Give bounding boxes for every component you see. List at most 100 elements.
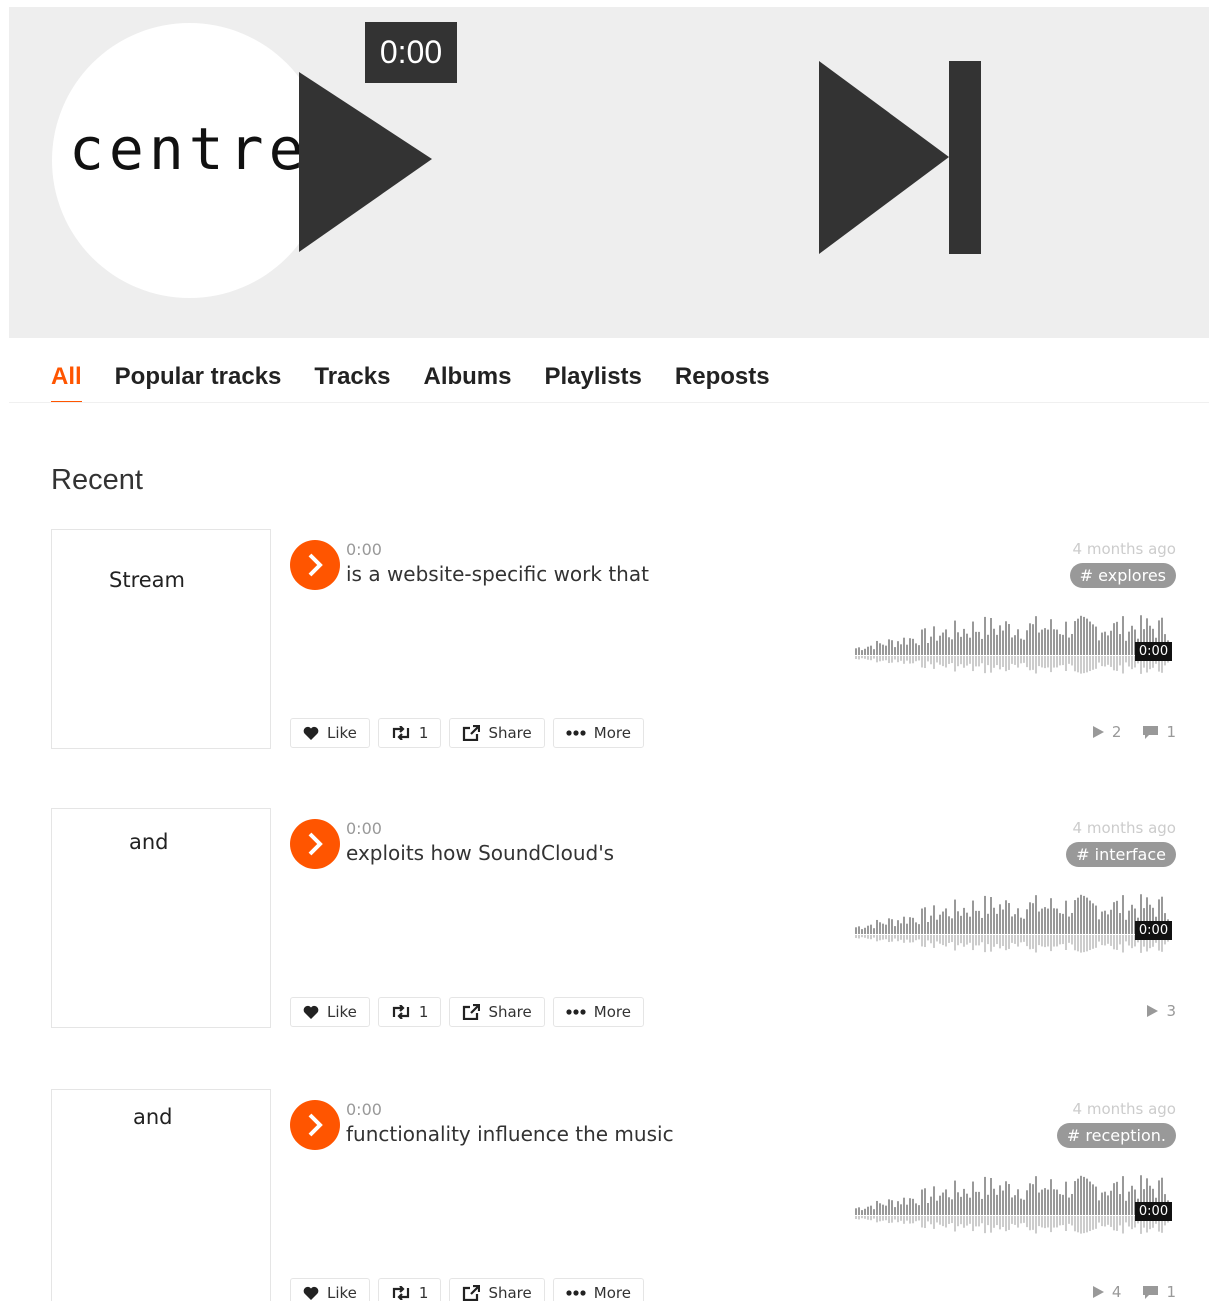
repost-icon — [392, 726, 410, 740]
track-time: 0:00 — [346, 819, 382, 838]
more-label: More — [593, 724, 631, 742]
repost-count: 1 — [418, 724, 429, 742]
play-count-value: 4 — [1111, 1283, 1122, 1301]
play-icon — [308, 553, 323, 577]
comment-count-value: 1 — [1166, 1283, 1176, 1301]
more-button[interactable]: More — [552, 1278, 644, 1301]
waveform[interactable] — [855, 1163, 1173, 1247]
track-stats: 2 1 — [1079, 723, 1176, 741]
share-button[interactable]: Share — [449, 997, 545, 1027]
track-item: and 0:00 functionality influence the mus… — [51, 1089, 1176, 1301]
like-button[interactable]: Like — [290, 718, 370, 748]
track-time: 0:00 — [346, 540, 382, 559]
upload-date: 4 months ago — [1072, 540, 1176, 558]
profile-tabs: All Popular tracks Tracks Albums Playlis… — [51, 363, 803, 403]
share-button[interactable]: Share — [449, 1278, 545, 1301]
upload-date: 4 months ago — [1072, 819, 1176, 837]
more-button[interactable]: More — [552, 718, 644, 748]
track-stats: 4 1 — [1079, 1283, 1176, 1301]
track-item: Stream 0:00 is a website-specific work t… — [51, 529, 1176, 749]
more-label: More — [593, 1284, 631, 1301]
heart-icon — [303, 1005, 319, 1019]
play-count[interactable]: 3 — [1147, 1002, 1176, 1020]
hero-player: centre 0:00 — [9, 7, 1209, 338]
track-tag[interactable]: # reception. — [1056, 1123, 1176, 1148]
repost-button[interactable]: 1 — [377, 1278, 442, 1301]
more-label: More — [593, 1003, 631, 1021]
player-time: 0:00 — [365, 22, 457, 83]
like-button[interactable]: Like — [290, 997, 370, 1027]
heart-icon — [303, 1286, 319, 1300]
play-button[interactable] — [290, 540, 340, 590]
track-tag[interactable]: # interface — [1066, 842, 1176, 867]
play-icon — [308, 1113, 323, 1137]
track-title[interactable]: exploits how SoundCloud's — [346, 841, 614, 865]
heart-icon — [303, 726, 319, 740]
tab-playlists[interactable]: Playlists — [545, 363, 642, 403]
more-button[interactable]: More — [552, 997, 644, 1027]
tab-tracks[interactable]: Tracks — [314, 363, 390, 403]
waveform-time: 0:00 — [1135, 921, 1172, 940]
play-count-icon — [1147, 1005, 1159, 1017]
repost-count: 1 — [418, 1284, 429, 1301]
play-count-value: 2 — [1111, 723, 1122, 741]
share-icon — [463, 1004, 481, 1020]
comment-count[interactable]: 1 — [1143, 723, 1176, 741]
repost-icon — [392, 1286, 410, 1300]
share-icon — [463, 725, 481, 741]
share-icon — [463, 1285, 481, 1301]
share-label: Share — [488, 724, 532, 742]
share-label: Share — [488, 1003, 532, 1021]
play-count-icon — [1092, 726, 1104, 738]
track-tag[interactable]: # explores — [1069, 563, 1176, 588]
repost-count: 1 — [418, 1003, 429, 1021]
track-actions: Like 1 Share More — [290, 997, 652, 1027]
play-icon[interactable] — [239, 62, 439, 262]
tab-popular-tracks[interactable]: Popular tracks — [115, 363, 282, 403]
waveform[interactable] — [855, 603, 1173, 687]
like-label: Like — [327, 1284, 357, 1301]
tab-albums[interactable]: Albums — [423, 363, 511, 403]
waveform-time: 0:00 — [1135, 642, 1172, 661]
comment-count[interactable]: 1 — [1143, 1283, 1176, 1301]
waveform-time: 0:00 — [1135, 1202, 1172, 1221]
track-artwork[interactable]: Stream — [51, 529, 271, 749]
upload-date: 4 months ago — [1072, 1100, 1176, 1118]
like-label: Like — [327, 1003, 357, 1021]
play-button[interactable] — [290, 1100, 340, 1150]
tabs-divider — [9, 402, 1209, 403]
play-count[interactable]: 2 — [1092, 723, 1122, 741]
track-actions: Like 1 Share More — [290, 1278, 652, 1301]
track-time: 0:00 — [346, 1100, 382, 1119]
comment-icon — [1143, 1285, 1159, 1299]
repost-button[interactable]: 1 — [377, 718, 442, 748]
play-button[interactable] — [290, 819, 340, 869]
play-count-value: 3 — [1166, 1002, 1176, 1020]
skip-next-icon[interactable] — [815, 61, 991, 257]
tab-all[interactable]: All — [51, 363, 82, 403]
comment-count-value: 1 — [1166, 723, 1176, 741]
track-title[interactable]: is a website-specific work that — [346, 562, 649, 586]
play-count-icon — [1092, 1286, 1104, 1298]
repost-button[interactable]: 1 — [377, 997, 442, 1027]
track-actions: Like 1 Share More — [290, 718, 652, 748]
share-label: Share — [488, 1284, 532, 1301]
repost-icon — [392, 1005, 410, 1019]
play-icon — [308, 832, 323, 856]
like-button[interactable]: Like — [290, 1278, 370, 1301]
play-count[interactable]: 4 — [1092, 1283, 1122, 1301]
track-artwork[interactable]: and — [51, 808, 271, 1028]
track-title[interactable]: functionality influence the music — [346, 1122, 674, 1146]
section-title: Recent — [51, 464, 143, 496]
more-icon — [566, 1009, 586, 1015]
more-icon — [566, 730, 586, 736]
track-stats: 3 — [1133, 1002, 1176, 1020]
like-label: Like — [327, 724, 357, 742]
waveform[interactable] — [855, 882, 1173, 966]
track-artwork[interactable]: and — [51, 1089, 271, 1301]
share-button[interactable]: Share — [449, 718, 545, 748]
track-item: and 0:00 exploits how SoundCloud's 4 mon… — [51, 808, 1176, 1028]
tab-reposts[interactable]: Reposts — [675, 363, 770, 403]
comment-icon — [1143, 725, 1159, 739]
more-icon — [566, 1290, 586, 1296]
